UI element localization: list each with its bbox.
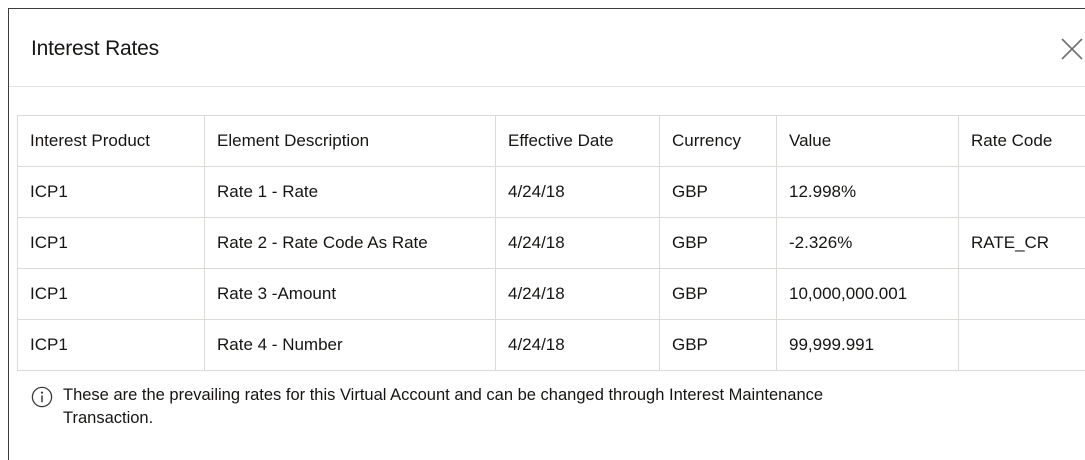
table-header-row: Interest Product Element Description Eff… [17,115,1085,167]
table-row: ICP1 Rate 3 -Amount 4/24/18 GBP 10,000,0… [17,268,1085,320]
column-header-effective-date[interactable]: Effective Date [495,115,660,167]
info-message: These are the prevailing rates for this … [31,384,1011,430]
info-text-line-1: These are the prevailing rates for this … [63,386,824,404]
cell-value: 10,000,000.001 [776,268,959,320]
cell-element-description: Rate 1 - Rate [204,166,496,218]
interest-rates-table: Interest Product Element Description Eff… [17,115,1085,371]
cell-element-description: Rate 4 - Number [204,319,496,371]
cell-value: 12.998% [776,166,959,218]
column-header-currency[interactable]: Currency [659,115,777,167]
column-header-element-description[interactable]: Element Description [204,115,496,167]
cell-currency: GBP [659,217,777,269]
cell-rate-code: RATE_CR [958,217,1085,269]
cell-rate-code [958,268,1085,320]
close-button[interactable] [1059,36,1085,62]
cell-value: 99,999.991 [776,319,959,371]
info-icon [31,386,53,408]
info-text: These are the prevailing rates for this … [63,384,823,430]
column-header-interest-product[interactable]: Interest Product [17,115,205,167]
interest-rates-dialog: Interest Rates Interest Product Element … [8,8,1085,460]
cell-currency: GBP [659,319,777,371]
close-icon [1061,38,1083,60]
info-text-line-2: Transaction. [63,409,154,427]
cell-effective-date: 4/24/18 [495,319,660,371]
column-header-rate-code[interactable]: Rate Code [958,115,1085,167]
column-header-value[interactable]: Value [776,115,959,167]
cell-effective-date: 4/24/18 [495,268,660,320]
cell-interest-product: ICP1 [17,166,205,218]
cell-element-description: Rate 3 -Amount [204,268,496,320]
dialog-title: Interest Rates [31,37,159,60]
cell-interest-product: ICP1 [17,319,205,371]
cell-interest-product: ICP1 [17,217,205,269]
table-row: ICP1 Rate 1 - Rate 4/24/18 GBP 12.998% [17,166,1085,218]
interest-rates-table-container: Interest Product Element Description Eff… [17,115,1085,371]
cell-element-description: Rate 2 - Rate Code As Rate [204,217,496,269]
cell-currency: GBP [659,268,777,320]
cell-effective-date: 4/24/18 [495,217,660,269]
dialog-header: Interest Rates [9,9,1085,87]
cell-rate-code [958,319,1085,371]
cell-currency: GBP [659,166,777,218]
table-row: ICP1 Rate 2 - Rate Code As Rate 4/24/18 … [17,217,1085,269]
cell-interest-product: ICP1 [17,268,205,320]
table-row: ICP1 Rate 4 - Number 4/24/18 GBP 99,999.… [17,319,1085,371]
cell-value: -2.326% [776,217,959,269]
cell-rate-code [958,166,1085,218]
cell-effective-date: 4/24/18 [495,166,660,218]
